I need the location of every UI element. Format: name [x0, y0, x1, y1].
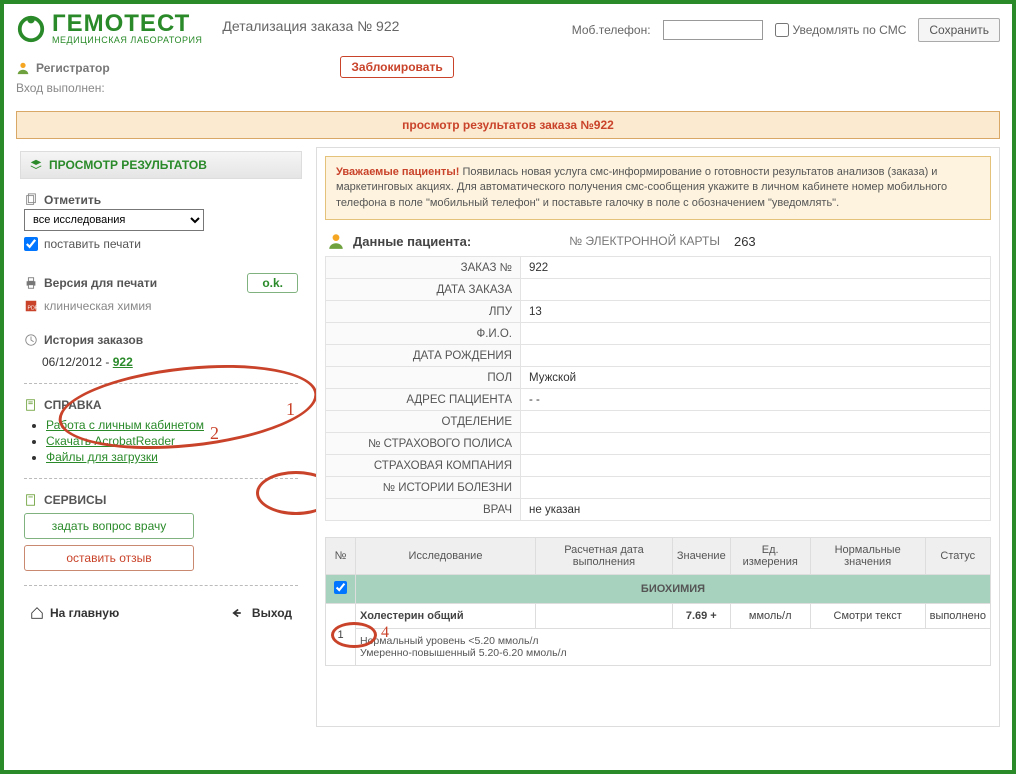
detail-value: [521, 345, 991, 367]
row-num: 1: [326, 604, 356, 666]
order-history-label: История заказов: [24, 333, 298, 347]
logo-icon: [16, 14, 46, 44]
copy-icon: [24, 193, 38, 207]
ok-button[interactable]: o.k.: [247, 273, 298, 293]
home-icon: [30, 606, 44, 620]
stamp-checkbox[interactable]: поставить печати: [24, 237, 298, 251]
stack-icon: [29, 158, 43, 172]
block-button[interactable]: Заблокировать: [340, 56, 453, 78]
patient-label: Данные пациента:: [353, 234, 471, 249]
logo-name: ГЕМОТЕСТ: [52, 12, 202, 36]
detail-key: ВРАЧ: [326, 499, 521, 521]
detail-value: [521, 455, 991, 477]
detail-value: 13: [521, 301, 991, 323]
mark-select[interactable]: все исследования: [24, 209, 204, 231]
results-header: Значение: [672, 538, 730, 575]
detail-value: 922: [521, 257, 991, 279]
results-header: Расчетная дата выполнения: [536, 538, 673, 575]
detail-key: ОТДЕЛЕНИЕ: [326, 411, 521, 433]
printer-icon: [24, 276, 38, 290]
services-head: СЕРВИСЫ: [24, 493, 298, 507]
group-checkbox[interactable]: [334, 581, 347, 594]
logo: ГЕМОТЕСТ МЕДИЦИНСКАЯ ЛАБОРАТОРИЯ: [16, 12, 202, 45]
detail-key: ДАТА ЗАКАЗА: [326, 279, 521, 301]
test-value: 7.69 +: [672, 604, 730, 629]
exit-link[interactable]: Выход: [232, 606, 292, 620]
results-header: Нормальные значения: [810, 538, 925, 575]
detail-key: АДРЕС ПАЦИЕНТА: [326, 389, 521, 411]
registrator-label: Регистратор: [36, 61, 110, 75]
pdf-icon: PDF: [24, 299, 38, 313]
stamp-input[interactable]: [24, 237, 38, 251]
sidebar-results-head: ПРОСМОТР РЕЗУЛЬТАТОВ: [20, 151, 302, 179]
notice-box: Уважаемые пациенты! Появилась новая услу…: [325, 156, 991, 220]
results-header: Ед. измерения: [730, 538, 810, 575]
test-norm: Смотри текст: [810, 604, 925, 629]
detail-key: № ИСТОРИИ БОЛЕЗНИ: [326, 477, 521, 499]
detail-key: ДАТА РОЖДЕНИЯ: [326, 345, 521, 367]
patient-details-table: ЗАКАЗ №922ДАТА ЗАКАЗАЛПУ13Ф.И.О.ДАТА РОЖ…: [325, 256, 991, 521]
ecard-label: № ЭЛЕКТРОННОЙ КАРТЫ: [569, 234, 720, 248]
home-link[interactable]: На главную: [30, 606, 119, 620]
detail-value: [521, 477, 991, 499]
history-order-link[interactable]: 922: [113, 355, 133, 369]
detail-key: ЛПУ: [326, 301, 521, 323]
results-header: №: [326, 538, 356, 575]
detail-key: ПОЛ: [326, 367, 521, 389]
svg-text:PDF: PDF: [28, 306, 39, 312]
order-title: Детализация заказа № 922: [222, 18, 551, 34]
save-button[interactable]: Сохранить: [918, 18, 1000, 42]
spravka-link-1[interactable]: Скачать AcrobatReader: [46, 434, 175, 448]
results-table: №ИсследованиеРасчетная дата выполненияЗн…: [325, 537, 991, 666]
detail-value: Мужской: [521, 367, 991, 389]
detail-value: [521, 433, 991, 455]
leave-review-button[interactable]: оставить отзыв: [24, 545, 194, 571]
detail-value: - -: [521, 389, 991, 411]
detail-key: ЗАКАЗ №: [326, 257, 521, 279]
detail-key: СТРАХОВАЯ КОМПАНИЯ: [326, 455, 521, 477]
detail-value: не указан: [521, 499, 991, 521]
notify-sms-checkbox[interactable]: Уведомлять по СМС: [775, 23, 907, 37]
pdf-link[interactable]: клиническая химия: [44, 299, 152, 313]
doc-icon: [24, 398, 38, 412]
history-date: 06/12/2012 -: [42, 355, 109, 369]
norms-text: Нормальный уровень <5.20 ммоль/л Умеренн…: [356, 629, 991, 666]
annotation-4: 4: [381, 624, 389, 642]
ecard-value: 263: [734, 234, 756, 249]
results-banner: просмотр результатов заказа №922: [16, 111, 1000, 139]
patient-icon: [327, 232, 345, 250]
detail-value: [521, 279, 991, 301]
test-unit: ммоль/л: [730, 604, 810, 629]
notify-sms-label: Уведомлять по СМС: [793, 23, 907, 37]
detail-value: [521, 323, 991, 345]
spravka-link-0[interactable]: Работа с личным кабинетом: [46, 418, 204, 432]
clock-icon: [24, 333, 38, 347]
detail-value: [521, 411, 991, 433]
test-status: выполнено: [925, 604, 990, 629]
mobile-input[interactable]: [663, 20, 763, 40]
print-version-label: Версия для печати: [24, 276, 157, 290]
detail-key: Ф.И.О.: [326, 323, 521, 345]
group-name: БИОХИМИЯ: [356, 575, 991, 604]
user-icon: [16, 61, 30, 75]
results-header: Статус: [925, 538, 990, 575]
notice-title: Уважаемые пациенты!: [336, 166, 459, 178]
login-status: Вход выполнен:: [16, 81, 202, 95]
doc-icon: [24, 493, 38, 507]
test-date: [536, 604, 673, 629]
logo-sub: МЕДИЦИНСКАЯ ЛАБОРАТОРИЯ: [52, 36, 202, 45]
mark-label: Отметить: [24, 193, 298, 207]
mobile-label: Моб.телефон:: [572, 23, 651, 37]
results-header: Исследование: [356, 538, 536, 575]
exit-icon: [232, 606, 246, 620]
notify-sms-input[interactable]: [775, 23, 789, 37]
ask-doctor-button[interactable]: задать вопрос врачу: [24, 513, 194, 539]
spravka-link-2[interactable]: Файлы для загрузки: [46, 450, 158, 464]
detail-key: № СТРАХОВОГО ПОЛИСА: [326, 433, 521, 455]
spravka-head: СПРАВКА: [24, 398, 298, 412]
